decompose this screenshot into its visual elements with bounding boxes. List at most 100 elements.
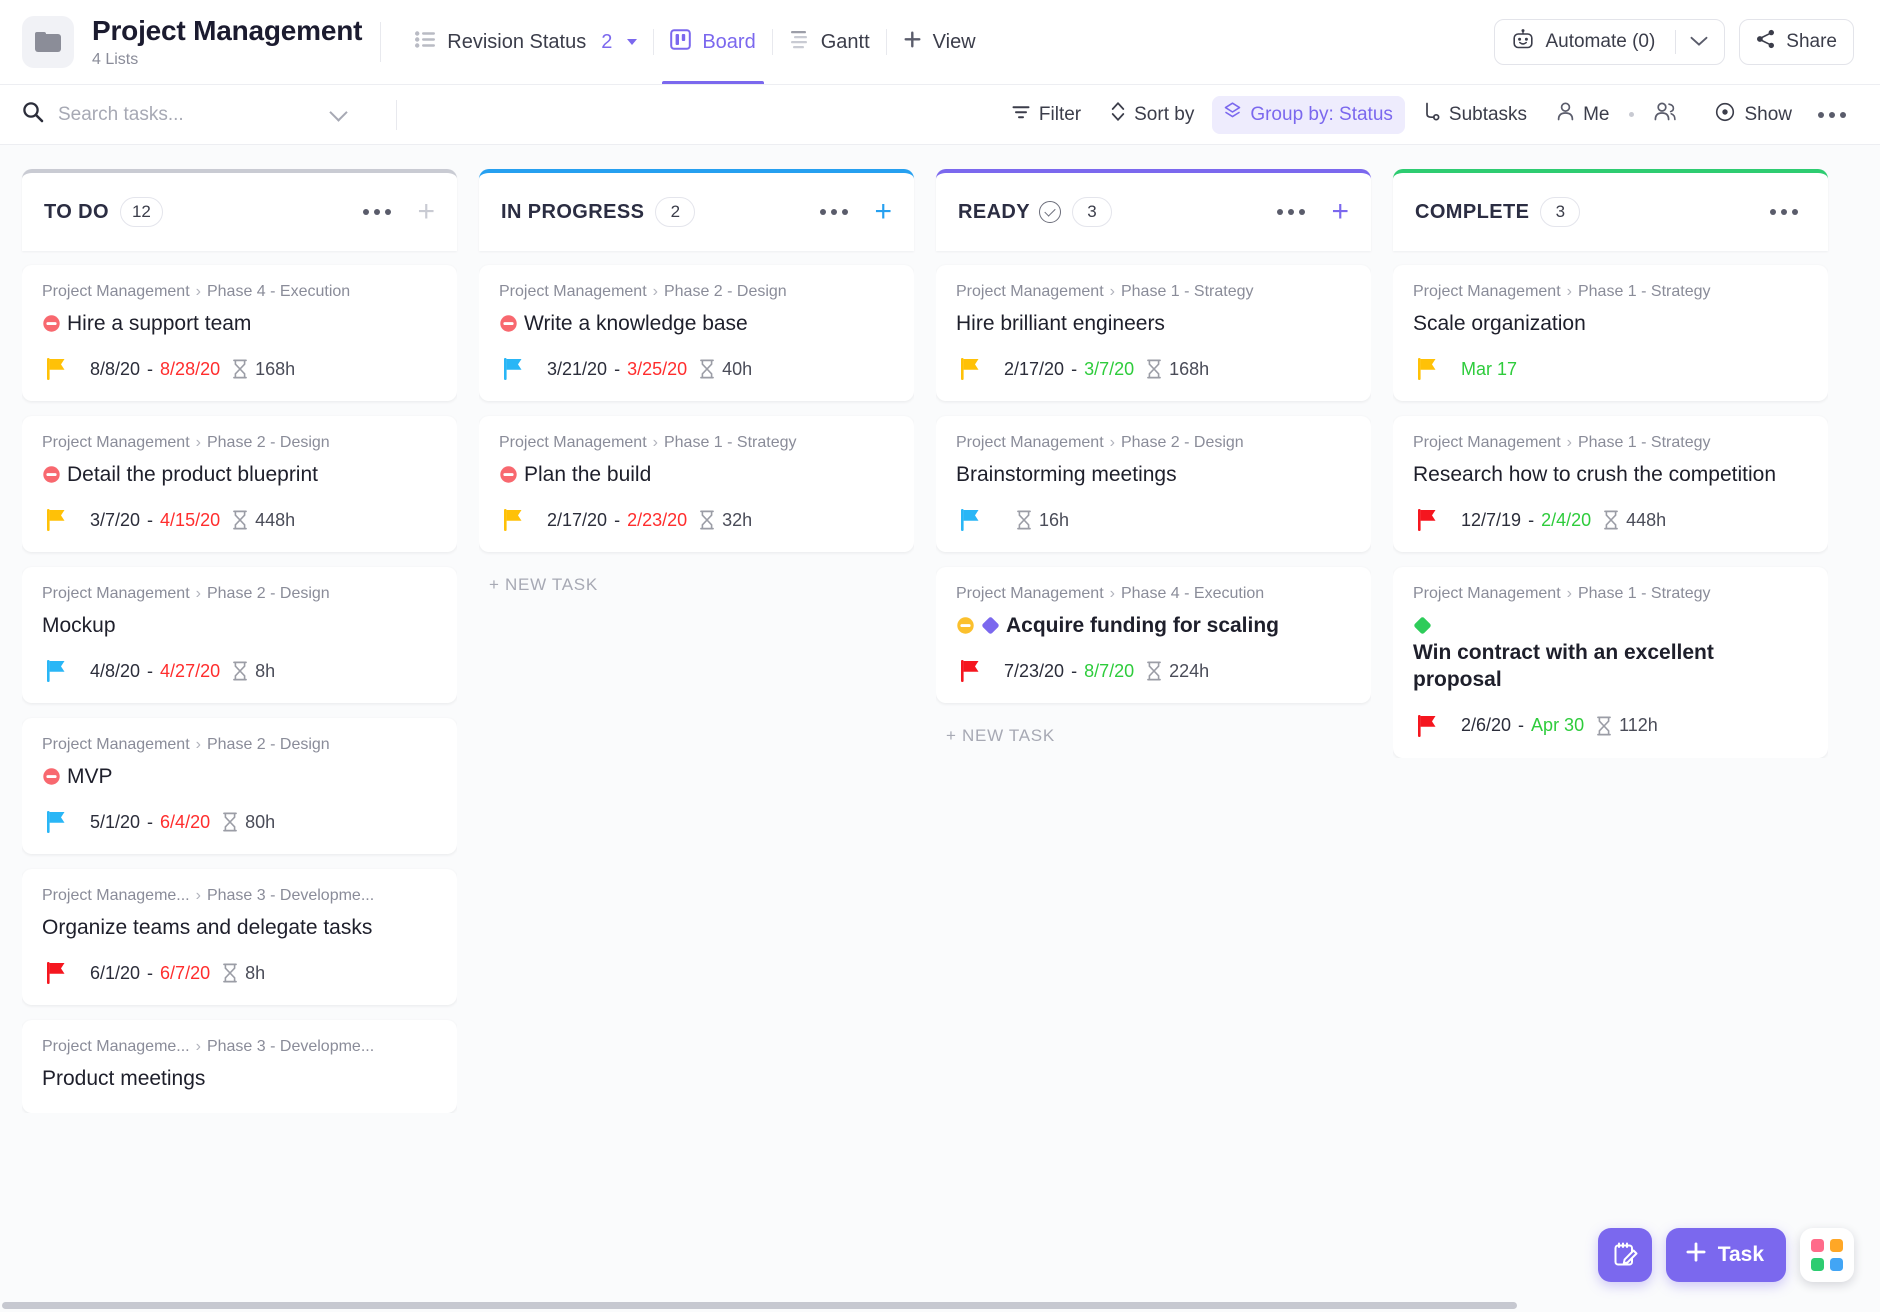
card-time-estimate[interactable]: 224h: [1169, 661, 1209, 682]
priority-flag-icon[interactable]: [42, 810, 72, 834]
card-due-date[interactable]: Apr 30: [1531, 715, 1584, 736]
card-due-date[interactable]: 6/4/20: [160, 812, 210, 833]
hourglass-icon: [1016, 510, 1032, 530]
card-due-date[interactable]: 8/7/20: [1084, 661, 1134, 682]
board-canvas: TO DO12+Project Management›Phase 4 - Exe…: [0, 145, 1880, 1312]
card-due-date[interactable]: 4/27/20: [160, 661, 220, 682]
task-card[interactable]: Project Management›Phase 1 - StrategyRes…: [1393, 416, 1828, 552]
card-time-estimate[interactable]: 168h: [1169, 359, 1209, 380]
column-more-icon[interactable]: [1762, 209, 1806, 215]
card-time-estimate[interactable]: 448h: [1626, 510, 1666, 531]
priority-flag-icon[interactable]: [956, 659, 986, 683]
column-add-task-icon[interactable]: +: [874, 197, 892, 227]
card-due-date[interactable]: 6/7/20: [160, 963, 210, 984]
card-due-date[interactable]: 2/4/20: [1541, 510, 1591, 531]
column-add-task-icon[interactable]: +: [1331, 197, 1349, 227]
column-add-task-icon[interactable]: +: [417, 197, 435, 227]
card-time-estimate[interactable]: 168h: [255, 359, 295, 380]
card-due-date[interactable]: 4/15/20: [160, 510, 220, 531]
card-due-date[interactable]: Mar 17: [1461, 359, 1517, 380]
task-card[interactable]: Project Management›Phase 4 - ExecutionHi…: [22, 265, 457, 401]
card-start-date[interactable]: 4/8/20: [90, 661, 140, 682]
me-filter-button[interactable]: Me: [1545, 96, 1621, 134]
tab-board[interactable]: Board: [654, 0, 771, 84]
automate-button[interactable]: Automate (0): [1494, 19, 1725, 65]
chevron-down-icon[interactable]: [627, 39, 637, 45]
card-time-estimate[interactable]: 8h: [245, 963, 265, 984]
priority-flag-icon[interactable]: [956, 508, 986, 532]
card-time-estimate[interactable]: 8h: [255, 661, 275, 682]
card-time-estimate[interactable]: 448h: [255, 510, 295, 531]
task-card[interactable]: Project Manageme...›Phase 3 - Developme.…: [22, 1020, 457, 1112]
column-more-icon[interactable]: [812, 209, 856, 215]
group-by-button[interactable]: Group by: Status: [1212, 96, 1405, 134]
filter-button[interactable]: Filter: [1000, 96, 1093, 134]
priority-flag-icon[interactable]: [42, 357, 72, 381]
chevron-down-icon[interactable]: [329, 103, 347, 121]
card-start-date[interactable]: 7/23/20: [1004, 661, 1064, 682]
chevron-down-icon[interactable]: [1690, 31, 1708, 53]
priority-flag-icon[interactable]: [1413, 508, 1443, 532]
card-time-estimate[interactable]: 80h: [245, 812, 275, 833]
priority-flag-icon[interactable]: [499, 357, 529, 381]
share-button[interactable]: Share: [1739, 19, 1854, 65]
notepad-edit-icon[interactable]: [1598, 1228, 1652, 1282]
card-start-date[interactable]: 2/6/20: [1461, 715, 1511, 736]
sort-by-button[interactable]: Sort by: [1099, 96, 1206, 134]
card-time-estimate[interactable]: 32h: [722, 510, 752, 531]
card-due-date[interactable]: 8/28/20: [160, 359, 220, 380]
task-card[interactable]: Project Management›Phase 2 - DesignWrite…: [479, 265, 914, 401]
more-horizontal-icon[interactable]: [1810, 112, 1854, 118]
assignees-button[interactable]: [1642, 96, 1697, 134]
tab-add-view[interactable]: View: [887, 0, 992, 84]
card-start-date[interactable]: 2/17/20: [1004, 359, 1064, 380]
card-meta: 6/1/20-6/7/208h: [42, 961, 437, 985]
priority-flag-icon[interactable]: [42, 508, 72, 532]
card-start-date[interactable]: 2/17/20: [547, 510, 607, 531]
new-task-button[interactable]: + NEW TASK: [479, 567, 914, 595]
task-card[interactable]: Project Management›Phase 4 - ExecutionAc…: [936, 567, 1371, 703]
task-card[interactable]: Project Management›Phase 2 - DesignMVP5/…: [22, 718, 457, 854]
horizontal-scrollbar[interactable]: [0, 1299, 1880, 1312]
breadcrumb-parent: Project Management: [42, 736, 190, 753]
priority-flag-icon[interactable]: [956, 357, 986, 381]
task-card[interactable]: Project Manageme...›Phase 3 - Developme.…: [22, 869, 457, 1005]
folder-icon[interactable]: [22, 16, 74, 68]
card-start-date[interactable]: 3/21/20: [547, 359, 607, 380]
tab-gantt[interactable]: Gantt: [773, 0, 886, 84]
search-box[interactable]: [22, 101, 382, 128]
card-time-estimate[interactable]: 112h: [1619, 715, 1658, 736]
priority-flag-icon[interactable]: [1413, 357, 1443, 381]
tab-revision-status[interactable]: Revision Status 2: [399, 0, 653, 84]
task-card[interactable]: Project Management›Phase 2 - DesignBrain…: [936, 416, 1371, 552]
card-start-date[interactable]: 8/8/20: [90, 359, 140, 380]
column-more-icon[interactable]: [355, 209, 399, 215]
task-card[interactable]: Project Management›Phase 1 - StrategyPla…: [479, 416, 914, 552]
card-time-estimate[interactable]: 40h: [722, 359, 752, 380]
card-start-date[interactable]: 6/1/20: [90, 963, 140, 984]
subtasks-button[interactable]: Subtasks: [1411, 96, 1539, 134]
card-due-date[interactable]: 3/25/20: [627, 359, 687, 380]
priority-flag-icon[interactable]: [499, 508, 529, 532]
task-card[interactable]: Project Management›Phase 2 - DesignDetai…: [22, 416, 457, 552]
task-card[interactable]: Project Management›Phase 1 - StrategySca…: [1393, 265, 1828, 401]
card-due-date[interactable]: 2/23/20: [627, 510, 687, 531]
add-task-button[interactable]: Task: [1666, 1228, 1786, 1282]
card-start-date[interactable]: 3/7/20: [90, 510, 140, 531]
new-task-button[interactable]: + NEW TASK: [936, 718, 1371, 746]
column-more-icon[interactable]: [1269, 209, 1313, 215]
task-card[interactable]: Project Management›Phase 1 - StrategyHir…: [936, 265, 1371, 401]
card-start-date[interactable]: 5/1/20: [90, 812, 140, 833]
task-card[interactable]: Project Management›Phase 1 - StrategyWin…: [1393, 567, 1828, 757]
search-input[interactable]: [58, 104, 318, 126]
task-card[interactable]: Project Management›Phase 2 - DesignMocku…: [22, 567, 457, 703]
card-due-date[interactable]: 3/7/20: [1084, 359, 1134, 380]
apps-grid-icon[interactable]: [1800, 1228, 1854, 1282]
priority-flag-icon[interactable]: [1413, 714, 1443, 738]
priority-flag-icon[interactable]: [42, 659, 72, 683]
show-button[interactable]: Show: [1703, 96, 1804, 134]
card-start-date[interactable]: 12/7/19: [1461, 510, 1521, 531]
priority-flag-icon[interactable]: [42, 961, 72, 985]
card-time-estimate[interactable]: 16h: [1039, 510, 1069, 531]
scrollbar-thumb[interactable]: [2, 1302, 1517, 1309]
